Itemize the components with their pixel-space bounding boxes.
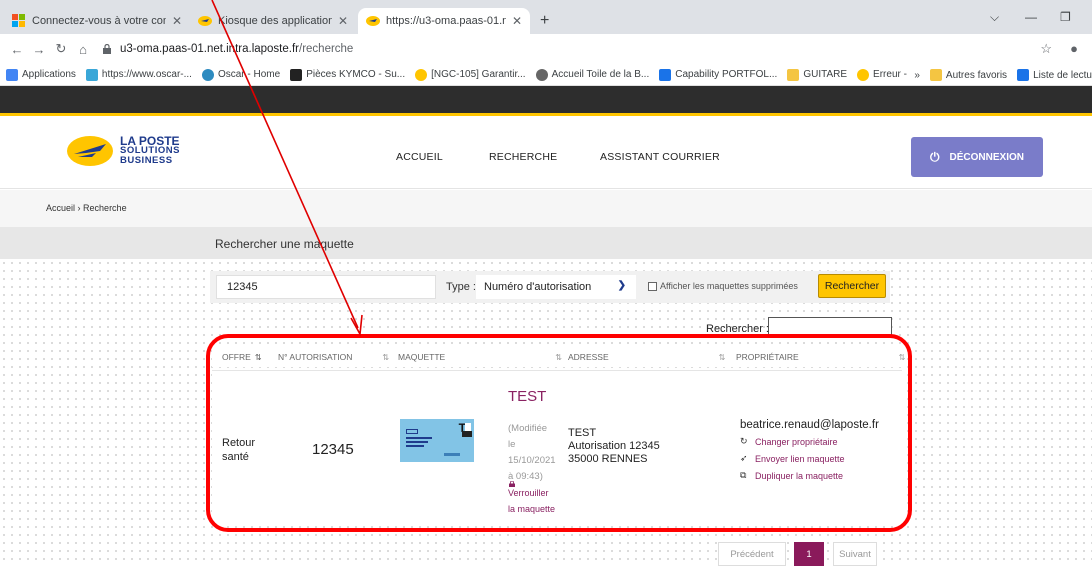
annotation-arrow <box>211 0 363 337</box>
